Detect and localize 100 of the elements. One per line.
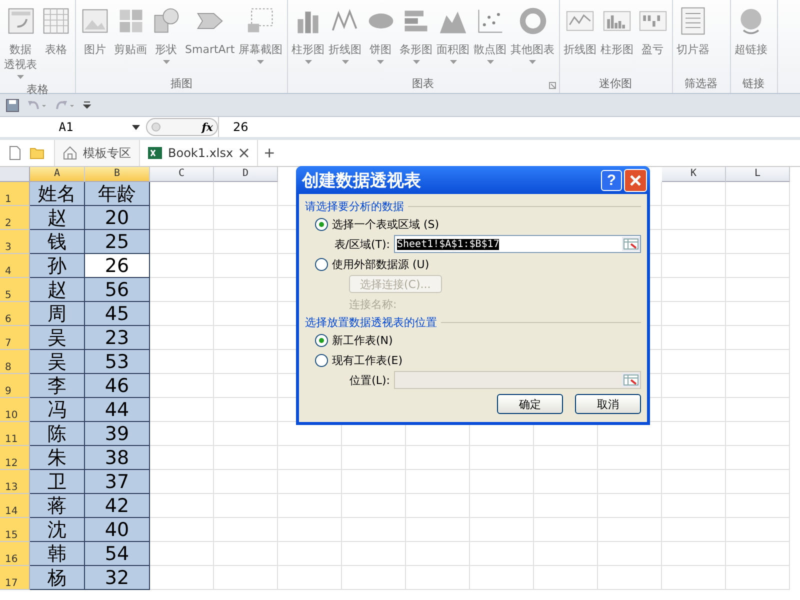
empty-cell[interactable] — [726, 350, 790, 374]
radio-label[interactable]: 新工作表(N) — [332, 332, 393, 348]
empty-cell[interactable] — [278, 518, 342, 542]
column-header[interactable]: B — [85, 167, 150, 182]
ribbon-button[interactable]: 面积图 — [434, 2, 472, 75]
row-header[interactable]: 11 — [0, 422, 30, 446]
help-button[interactable]: ? — [601, 170, 622, 190]
empty-cell[interactable] — [214, 230, 278, 254]
empty-cell[interactable] — [662, 230, 726, 254]
table-cell[interactable]: 45 — [85, 302, 150, 326]
table-cell[interactable]: 39 — [85, 422, 150, 446]
empty-cell[interactable] — [214, 206, 278, 230]
ribbon-button[interactable]: SmartArt — [183, 2, 237, 75]
empty-cell[interactable] — [406, 566, 470, 590]
row-header[interactable]: 17 — [0, 566, 30, 590]
empty-cell[interactable] — [726, 302, 790, 326]
new-document-icon[interactable] — [8, 146, 22, 160]
redo-icon[interactable] — [55, 98, 75, 112]
column-header[interactable]: L — [726, 167, 790, 182]
empty-cell[interactable] — [342, 446, 406, 470]
empty-cell[interactable] — [214, 278, 278, 302]
empty-cell[interactable] — [662, 542, 726, 566]
empty-cell[interactable] — [726, 518, 790, 542]
empty-cell[interactable] — [662, 350, 726, 374]
empty-cell[interactable] — [214, 470, 278, 494]
empty-cell[interactable] — [726, 182, 790, 206]
row-header[interactable]: 5 — [0, 278, 30, 302]
empty-cell[interactable] — [214, 254, 278, 278]
empty-cell[interactable] — [662, 374, 726, 398]
ribbon-button[interactable]: 剪贴画 — [112, 2, 149, 75]
empty-cell[interactable] — [214, 350, 278, 374]
empty-cell[interactable] — [470, 494, 534, 518]
empty-cell[interactable] — [470, 446, 534, 470]
empty-cell[interactable] — [726, 206, 790, 230]
empty-cell[interactable] — [534, 542, 598, 566]
empty-cell[interactable] — [534, 566, 598, 590]
empty-cell[interactable] — [598, 518, 662, 542]
table-cell[interactable]: 李 — [30, 374, 85, 398]
empty-cell[interactable] — [726, 494, 790, 518]
table-cell[interactable]: 韩 — [30, 542, 85, 566]
row-header[interactable]: 14 — [0, 494, 30, 518]
ribbon-button[interactable]: 柱形图 — [290, 2, 327, 75]
table-cell[interactable]: 37 — [85, 470, 150, 494]
table-cell[interactable]: 42 — [85, 494, 150, 518]
close-icon[interactable] — [239, 148, 250, 158]
empty-cell[interactable] — [406, 446, 470, 470]
formula-input[interactable]: 26 — [218, 117, 800, 137]
empty-cell[interactable] — [214, 542, 278, 566]
empty-cell[interactable] — [598, 470, 662, 494]
empty-cell[interactable] — [278, 470, 342, 494]
empty-cell[interactable] — [214, 494, 278, 518]
column-header[interactable]: C — [150, 167, 214, 182]
empty-cell[interactable] — [278, 494, 342, 518]
table-cell[interactable]: 赵 — [30, 278, 85, 302]
row-header[interactable]: 4 — [0, 254, 30, 278]
empty-cell[interactable] — [726, 566, 790, 590]
insert-function-button[interactable]: fx — [202, 120, 213, 134]
empty-cell[interactable] — [278, 566, 342, 590]
table-cell[interactable]: 杨 — [30, 566, 85, 590]
row-header[interactable]: 2 — [0, 206, 30, 230]
dialog-button[interactable]: 确定 — [497, 394, 563, 414]
table-cell[interactable]: 钱 — [30, 230, 85, 254]
row-header[interactable]: 3 — [0, 230, 30, 254]
empty-cell[interactable] — [662, 566, 726, 590]
empty-cell[interactable] — [534, 470, 598, 494]
ribbon-button[interactable]: 表格 — [39, 2, 73, 81]
table-cell[interactable]: 25 — [85, 230, 150, 254]
table-cell[interactable]: 冯 — [30, 398, 85, 422]
empty-cell[interactable] — [470, 518, 534, 542]
empty-cell[interactable] — [214, 518, 278, 542]
radio-button[interactable] — [315, 258, 328, 270]
row-header[interactable]: 10 — [0, 398, 30, 422]
ribbon-button[interactable]: 条形图 — [398, 2, 435, 75]
ribbon-button[interactable]: 折线图 — [562, 2, 599, 75]
folder-icon[interactable] — [30, 146, 44, 160]
ribbon-button[interactable]: 散点图 — [472, 2, 509, 75]
empty-cell[interactable] — [726, 398, 790, 422]
empty-cell[interactable] — [598, 494, 662, 518]
radio-button[interactable] — [315, 218, 328, 230]
empty-cell[interactable] — [726, 230, 790, 254]
ribbon-button[interactable]: 其他图表 — [508, 2, 557, 75]
table-cell[interactable]: 40 — [85, 518, 150, 542]
empty-cell[interactable] — [470, 566, 534, 590]
row-header[interactable]: 1 — [0, 182, 30, 206]
empty-cell[interactable] — [726, 326, 790, 350]
empty-cell[interactable] — [726, 374, 790, 398]
empty-cell[interactable] — [534, 494, 598, 518]
table-cell[interactable]: 32 — [85, 566, 150, 590]
radio-label[interactable]: 使用外部数据源 (U) — [332, 256, 430, 272]
empty-cell[interactable] — [214, 302, 278, 326]
range-picker-icon[interactable] — [622, 237, 640, 251]
row-header[interactable]: 12 — [0, 446, 30, 470]
empty-cell[interactable] — [662, 494, 726, 518]
empty-cell[interactable] — [406, 494, 470, 518]
empty-cell[interactable] — [406, 542, 470, 566]
empty-cell[interactable] — [662, 518, 726, 542]
empty-cell[interactable] — [662, 302, 726, 326]
empty-cell[interactable] — [662, 398, 726, 422]
radio-label[interactable]: 现有工作表(E) — [332, 352, 403, 368]
empty-cell[interactable] — [342, 566, 406, 590]
